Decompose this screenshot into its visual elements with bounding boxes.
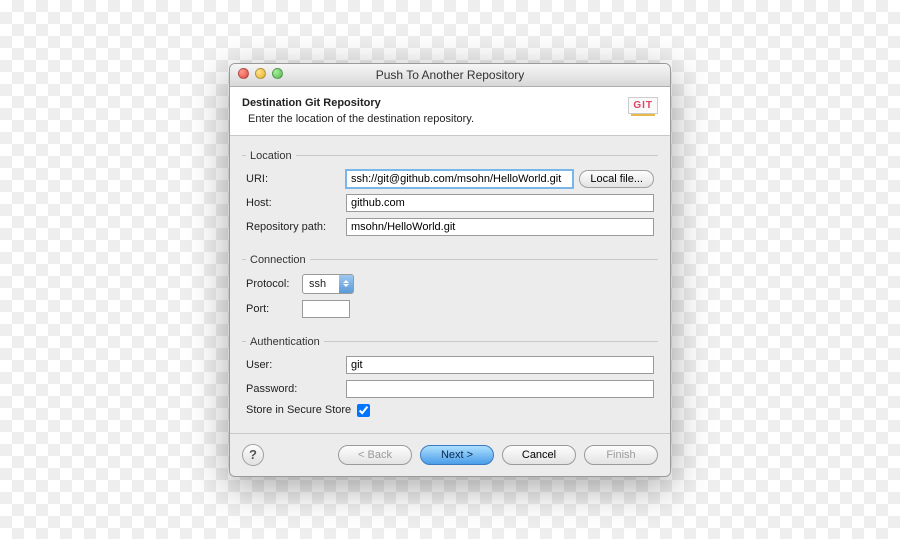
next-button[interactable]: Next >: [420, 445, 494, 465]
dialog-window: Push To Another Repository Destination G…: [229, 63, 671, 477]
user-input[interactable]: [346, 356, 654, 374]
location-group: Location URI: Local file... Host: Reposi…: [242, 150, 658, 244]
page-title: Destination Git Repository: [242, 97, 474, 109]
zoom-icon[interactable]: [272, 68, 283, 79]
repo-path-label: Repository path:: [246, 221, 346, 233]
titlebar: Push To Another Repository: [230, 64, 670, 87]
password-input[interactable]: [346, 380, 654, 398]
select-arrows-icon: [339, 275, 353, 293]
minimize-icon[interactable]: [255, 68, 266, 79]
authentication-legend: Authentication: [246, 336, 324, 348]
page-subtitle: Enter the location of the destination re…: [248, 113, 474, 125]
host-input[interactable]: [346, 194, 654, 212]
repo-path-input[interactable]: [346, 218, 654, 236]
finish-button[interactable]: Finish: [584, 445, 658, 465]
secure-store-checkbox[interactable]: [357, 404, 370, 417]
local-file-button[interactable]: Local file...: [579, 170, 654, 188]
git-icon: GIT: [628, 97, 658, 114]
secure-store-label: Store in Secure Store: [246, 404, 351, 416]
authentication-group: Authentication User: Password: Store in …: [242, 336, 658, 419]
connection-group: Connection Protocol: ssh Port:: [242, 254, 658, 326]
uri-input[interactable]: [346, 170, 573, 188]
cancel-button[interactable]: Cancel: [502, 445, 576, 465]
host-label: Host:: [246, 197, 346, 209]
user-label: User:: [246, 359, 346, 371]
port-input[interactable]: [302, 300, 350, 318]
uri-label: URI:: [246, 173, 346, 185]
close-icon[interactable]: [238, 68, 249, 79]
protocol-label: Protocol:: [246, 278, 302, 290]
protocol-select[interactable]: ssh: [302, 274, 354, 294]
back-button[interactable]: < Back: [338, 445, 412, 465]
protocol-value: ssh: [303, 278, 339, 290]
password-label: Password:: [246, 383, 346, 395]
help-icon[interactable]: ?: [242, 444, 264, 466]
port-label: Port:: [246, 303, 302, 315]
wizard-content: Location URI: Local file... Host: Reposi…: [230, 136, 670, 433]
wizard-footer: ? < Back Next > Cancel Finish: [230, 433, 670, 476]
connection-legend: Connection: [246, 254, 310, 266]
location-legend: Location: [246, 150, 296, 162]
window-title: Push To Another Repository: [376, 68, 525, 82]
wizard-header: Destination Git Repository Enter the loc…: [230, 87, 670, 136]
window-controls: [238, 68, 283, 79]
